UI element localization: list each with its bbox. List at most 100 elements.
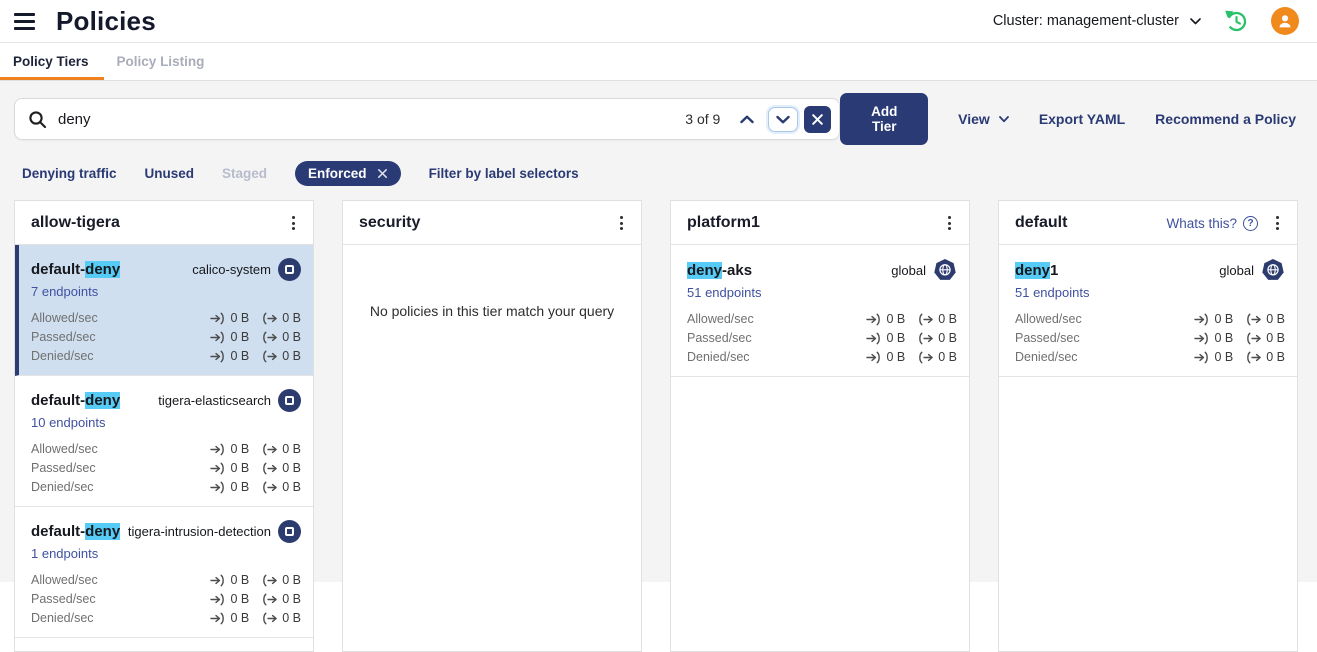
policy-card[interactable]: default-deny tigera-elasticsearch 10 end… [15, 376, 313, 507]
kebab-menu-icon[interactable] [614, 214, 629, 232]
hamburger-menu-icon[interactable] [14, 11, 35, 32]
stat-row: Allowed/sec 0 B 0 B [31, 311, 301, 325]
policy-stats: Allowed/sec 0 B 0 B Passed/sec 0 [31, 442, 301, 494]
policy-stats: Allowed/sec 0 B 0 B Passed/sec 0 [31, 573, 301, 625]
recommend-policy-button[interactable]: Recommend a Policy [1155, 111, 1296, 127]
egress-stat: 0 B [262, 461, 301, 475]
scope-label: global [1219, 263, 1254, 278]
egress-value: 0 B [1266, 331, 1285, 345]
filter-label-selectors[interactable]: Filter by label selectors [429, 166, 579, 181]
ingress-icon [210, 612, 225, 625]
policy-card[interactable]: deny1 global 51 endpoints Allowed/sec [999, 245, 1297, 377]
tier-column: allow-tigera default-deny calico-system … [14, 200, 314, 652]
egress-icon [918, 332, 933, 345]
ingress-value: 0 B [886, 350, 905, 364]
cluster-dropdown[interactable]: Cluster: management-cluster [993, 13, 1201, 29]
search-next-button[interactable] [768, 107, 798, 132]
chevron-down-icon [776, 115, 790, 124]
stat-row: Allowed/sec 0 B 0 B [687, 312, 957, 326]
policy-name-suffix: 1 [1050, 262, 1058, 279]
policy-scope: calico-system [192, 258, 301, 281]
policy-name: deny1 [1015, 262, 1058, 279]
endpoints-link[interactable]: 51 endpoints [687, 285, 761, 300]
egress-value: 0 B [1266, 350, 1285, 364]
policy-name-highlight: deny [85, 261, 120, 278]
filter-denying-traffic[interactable]: Denying traffic [22, 166, 117, 181]
filter-staged[interactable]: Staged [222, 166, 267, 181]
egress-icon [918, 313, 933, 326]
user-avatar[interactable] [1271, 7, 1299, 35]
endpoints-link[interactable]: 7 endpoints [31, 284, 98, 299]
endpoints-link[interactable]: 51 endpoints [1015, 285, 1089, 300]
policy-card[interactable]: default-deny calico-system 7 endpoints A… [15, 245, 313, 376]
egress-icon [262, 612, 277, 625]
filter-enforced-pill[interactable]: Enforced [295, 161, 401, 186]
export-yaml-button[interactable]: Export YAML [1039, 111, 1125, 127]
ingress-stat: 0 B [866, 331, 905, 345]
search-input[interactable] [56, 110, 685, 129]
stat-row: Passed/sec 0 B 0 B [1015, 331, 1285, 345]
stat-label: Passed/sec [31, 461, 96, 475]
egress-stat: 0 B [262, 330, 301, 344]
whats-this-link[interactable]: Whats this? ? [1166, 216, 1258, 231]
egress-value: 0 B [282, 611, 301, 625]
ingress-icon [210, 462, 225, 475]
tier-body: deny-aks global 51 endpoints Allowed/sec [671, 245, 969, 651]
egress-icon [262, 574, 277, 587]
stat-row: Allowed/sec 0 B 0 B [31, 442, 301, 456]
ingress-stat: 0 B [1194, 331, 1233, 345]
policy-scope: tigera-intrusion-detection [128, 520, 301, 543]
history-icon[interactable] [1223, 8, 1249, 34]
ingress-stat: 0 B [210, 349, 249, 363]
policy-card[interactable]: default-deny tigera-intrusion-detection … [15, 507, 313, 638]
tier-header: security [343, 201, 641, 245]
egress-value: 0 B [282, 349, 301, 363]
endpoints-link[interactable]: 10 endpoints [31, 415, 105, 430]
stat-row: Passed/sec 0 B 0 B [31, 461, 301, 475]
add-tier-button[interactable]: Add Tier [840, 93, 928, 145]
tab-policy-listing[interactable]: Policy Listing [104, 43, 220, 80]
ingress-value: 0 B [230, 480, 249, 494]
egress-value: 0 B [938, 350, 957, 364]
app-header: Policies Cluster: management-cluster [0, 0, 1317, 42]
scope-label: global [891, 263, 926, 278]
egress-stat: 0 B [262, 442, 301, 456]
ingress-stat: 0 B [210, 461, 249, 475]
filter-unused[interactable]: Unused [145, 166, 195, 181]
toolbar-actions: Add Tier View Export YAML Recommend a Po… [840, 93, 1298, 145]
stat-label: Denied/sec [687, 350, 750, 364]
content-area: 3 of 9 Add Tier View Export YAML Recomme… [0, 81, 1317, 582]
ingress-value: 0 B [230, 349, 249, 363]
tab-policy-tiers[interactable]: Policy Tiers [0, 43, 104, 80]
endpoints-link[interactable]: 1 endpoints [31, 546, 98, 561]
chevron-down-icon [999, 116, 1009, 123]
egress-icon [1246, 332, 1261, 345]
ingress-value: 0 B [230, 611, 249, 625]
search-prev-button[interactable] [735, 111, 759, 128]
egress-icon [262, 481, 277, 494]
kebab-menu-icon[interactable] [1270, 214, 1285, 232]
egress-value: 0 B [282, 461, 301, 475]
policy-name: default-deny [31, 392, 120, 409]
kebab-menu-icon[interactable] [286, 214, 301, 232]
ingress-icon [210, 593, 225, 606]
tier-header: allow-tigera [15, 201, 313, 245]
stat-label: Passed/sec [687, 331, 752, 345]
stat-row: Passed/sec 0 B 0 B [31, 330, 301, 344]
tier-title: security [359, 214, 420, 232]
policy-stats: Allowed/sec 0 B 0 B Passed/sec 0 [687, 312, 957, 364]
ingress-stat: 0 B [210, 573, 249, 587]
stat-label: Allowed/sec [31, 573, 98, 587]
policy-card[interactable]: deny-aks global 51 endpoints Allowed/sec [671, 245, 969, 377]
ingress-stat: 0 B [866, 312, 905, 326]
policy-name-prefix: default- [31, 523, 85, 540]
stat-row: Denied/sec 0 B 0 B [31, 611, 301, 625]
egress-icon [262, 462, 277, 475]
search-close-button[interactable] [804, 106, 831, 133]
remove-filter-icon[interactable] [377, 168, 388, 179]
view-dropdown[interactable]: View [958, 111, 1009, 127]
stat-row: Denied/sec 0 B 0 B [31, 349, 301, 363]
ingress-icon [866, 313, 881, 326]
stat-label: Passed/sec [31, 592, 96, 606]
kebab-menu-icon[interactable] [942, 214, 957, 232]
